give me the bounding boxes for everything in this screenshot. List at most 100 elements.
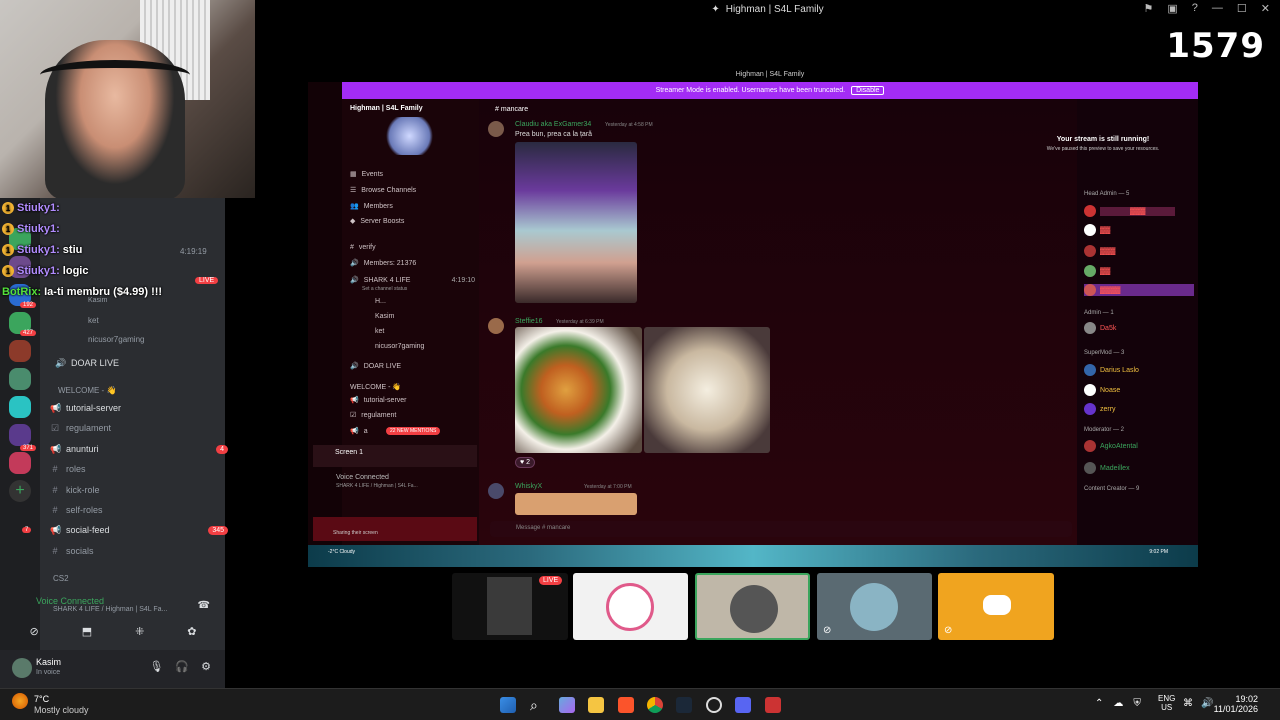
channel-anunturi[interactable]: 📢 anunturi 4 [50, 441, 228, 457]
message-author[interactable]: Claudiu aka ExGamer34 [515, 121, 591, 128]
member-row[interactable]: ▓▓▓▓ [1084, 284, 1194, 296]
screen-icon[interactable]: ▣ [1167, 2, 1177, 15]
member-name[interactable]: nicusor7gaming [88, 335, 144, 344]
avatar[interactable] [12, 658, 32, 678]
disable-button[interactable]: Disable [851, 86, 885, 95]
inner-channel[interactable]: 🔊 SHARK 4 LIFE 4:19:10 [350, 276, 475, 285]
shield-icon[interactable]: ⛨ [1133, 698, 1141, 709]
steam-icon[interactable] [676, 697, 692, 713]
activities-icon[interactable]: ⁜ [135, 625, 144, 638]
inner-channel[interactable]: 📢 tutorial-server [350, 396, 407, 405]
discord-icon[interactable] [735, 697, 751, 713]
maximize-button[interactable]: ☐ [1237, 2, 1247, 15]
participant-tile[interactable]: ⊘ [817, 573, 932, 640]
member-row[interactable]: zerry [1084, 403, 1116, 415]
nav-members[interactable]: 👥 Members [350, 202, 393, 211]
new-mentions-pill[interactable]: 22 NEW MENTIONS [386, 427, 441, 435]
camera-off-icon[interactable]: ⊘ [29, 625, 38, 638]
inner-category[interactable]: WELCOME - 👋 [350, 383, 401, 391]
channel-roles[interactable]: # roles [50, 461, 85, 477]
channel-socials[interactable]: # socials [50, 543, 93, 559]
server-icon[interactable] [9, 452, 31, 474]
inner-member[interactable]: Kasim [375, 313, 394, 320]
channel-regulament[interactable]: ☑ regulament [50, 420, 111, 436]
channel-tutorial-server[interactable]: 📢 tutorial-server [50, 400, 121, 416]
member-row[interactable]: Noase [1084, 384, 1120, 396]
chrome-icon[interactable] [647, 697, 663, 713]
member-name[interactable]: ket [88, 316, 99, 325]
member-row[interactable]: Da5k [1084, 322, 1116, 334]
attachment-image[interactable] [515, 493, 637, 515]
inner-member[interactable]: nicusor7gaming [375, 343, 424, 350]
channel-kick-role[interactable]: # kick-role [50, 482, 99, 498]
close-button[interactable]: ✕ [1261, 2, 1270, 15]
attachment-image[interactable] [515, 142, 637, 303]
server-icon[interactable] [9, 368, 31, 390]
server-icon[interactable] [9, 340, 31, 362]
message-author[interactable]: Steffie16 [515, 318, 543, 325]
weather-icon[interactable] [12, 693, 28, 709]
microphone-icon[interactable]: 🎙 [149, 660, 163, 673]
voice-channel[interactable]: SHARK 4 LIFE / Highman | S4L Fa... [53, 606, 218, 613]
onedrive-icon[interactable]: ☁ [1113, 698, 1123, 709]
server-icon[interactable] [9, 396, 31, 418]
file-explorer-icon[interactable] [588, 697, 604, 713]
network-icon[interactable]: ⌘ [1183, 698, 1193, 709]
member-row[interactable]: AgkoAtental [1084, 440, 1138, 452]
channel-social-feed[interactable]: 📢 social-feed 345 [50, 522, 228, 538]
add-server-icon[interactable]: + [9, 480, 31, 502]
category-cs2[interactable]: CS2 [53, 570, 69, 586]
clock[interactable]: 19:02 11/01/2026 [1214, 694, 1258, 714]
inner-member[interactable]: H... [375, 298, 386, 305]
avatar[interactable] [488, 121, 504, 137]
participant-tile[interactable]: ⊘ [938, 573, 1054, 640]
nav-events[interactable]: ▦ Events [350, 170, 383, 179]
participant-tile[interactable] [573, 573, 688, 640]
member-row[interactable]: ▓▓▓ [1084, 245, 1115, 257]
inner-channel[interactable]: # verify [350, 244, 376, 251]
attachment-image[interactable] [644, 327, 770, 453]
message-author[interactable]: WhiskyX [515, 483, 542, 490]
screen-share-card[interactable]: Screen 1 [313, 445, 477, 467]
server-icon[interactable] [9, 424, 31, 446]
screen-share-icon[interactable]: ⬒ [82, 625, 92, 638]
help-icon[interactable]: ? [1192, 2, 1198, 15]
app-icon[interactable] [765, 697, 781, 713]
inner-channel[interactable]: 🔊 DOAR LIVE [350, 362, 401, 371]
avatar[interactable] [488, 483, 504, 499]
inner-member[interactable]: ket [375, 328, 384, 335]
reaction-heart[interactable]: ♥ 2 [515, 457, 536, 468]
minimize-button[interactable]: — [1212, 2, 1223, 15]
inner-channel[interactable]: ☑ regulament [350, 411, 396, 420]
volume-icon[interactable]: 🔊 [1201, 698, 1213, 709]
category-welcome[interactable]: WELCOME - 👋 [58, 382, 116, 398]
member-row[interactable]: ▓▓ [1084, 265, 1110, 277]
soundboard-icon[interactable]: ✿ [187, 625, 196, 638]
inner-channel[interactable]: 🔊 Members: 21376 [350, 259, 416, 268]
obs-icon[interactable] [706, 697, 722, 713]
attachment-image[interactable] [515, 327, 642, 453]
message-input[interactable]: Message # mancare [490, 521, 1072, 537]
nav-server-boosts[interactable]: ◆ Server Boosts [350, 217, 404, 226]
nav-browse-channels[interactable]: ☰ Browse Channels [350, 186, 416, 195]
search-icon[interactable]: ⌕ [530, 697, 546, 713]
server-name[interactable]: Highman | S4L Family [350, 105, 423, 112]
chevron-up-icon[interactable]: ⌃ [1095, 698, 1103, 709]
start-icon[interactable] [500, 697, 516, 713]
settings-icon[interactable]: ⚙ [201, 660, 211, 673]
member-name[interactable]: Kasim [88, 297, 107, 304]
brave-icon[interactable] [618, 697, 634, 713]
inbox-icon[interactable]: ⚑ [1144, 2, 1154, 15]
member-row[interactable]: ▓▓▓ [1084, 205, 1176, 217]
language-indicator[interactable]: ENG US [1158, 694, 1175, 712]
disconnect-icon[interactable]: ☎ [198, 600, 210, 611]
member-row[interactable]: Darius Laslo [1084, 364, 1139, 376]
inner-channel[interactable]: 📢 a [350, 427, 368, 436]
participant-tile[interactable] [695, 573, 810, 640]
headphones-icon[interactable]: 🎧 [175, 660, 189, 673]
member-row[interactable]: Madeillex [1084, 462, 1130, 474]
member-row[interactable]: ▓▓ [1084, 224, 1110, 236]
channel-doar-live[interactable]: 🔊 DOAR LIVE [55, 355, 119, 371]
channel-self-roles[interactable]: # self-roles [50, 502, 102, 518]
avatar[interactable] [488, 318, 504, 334]
